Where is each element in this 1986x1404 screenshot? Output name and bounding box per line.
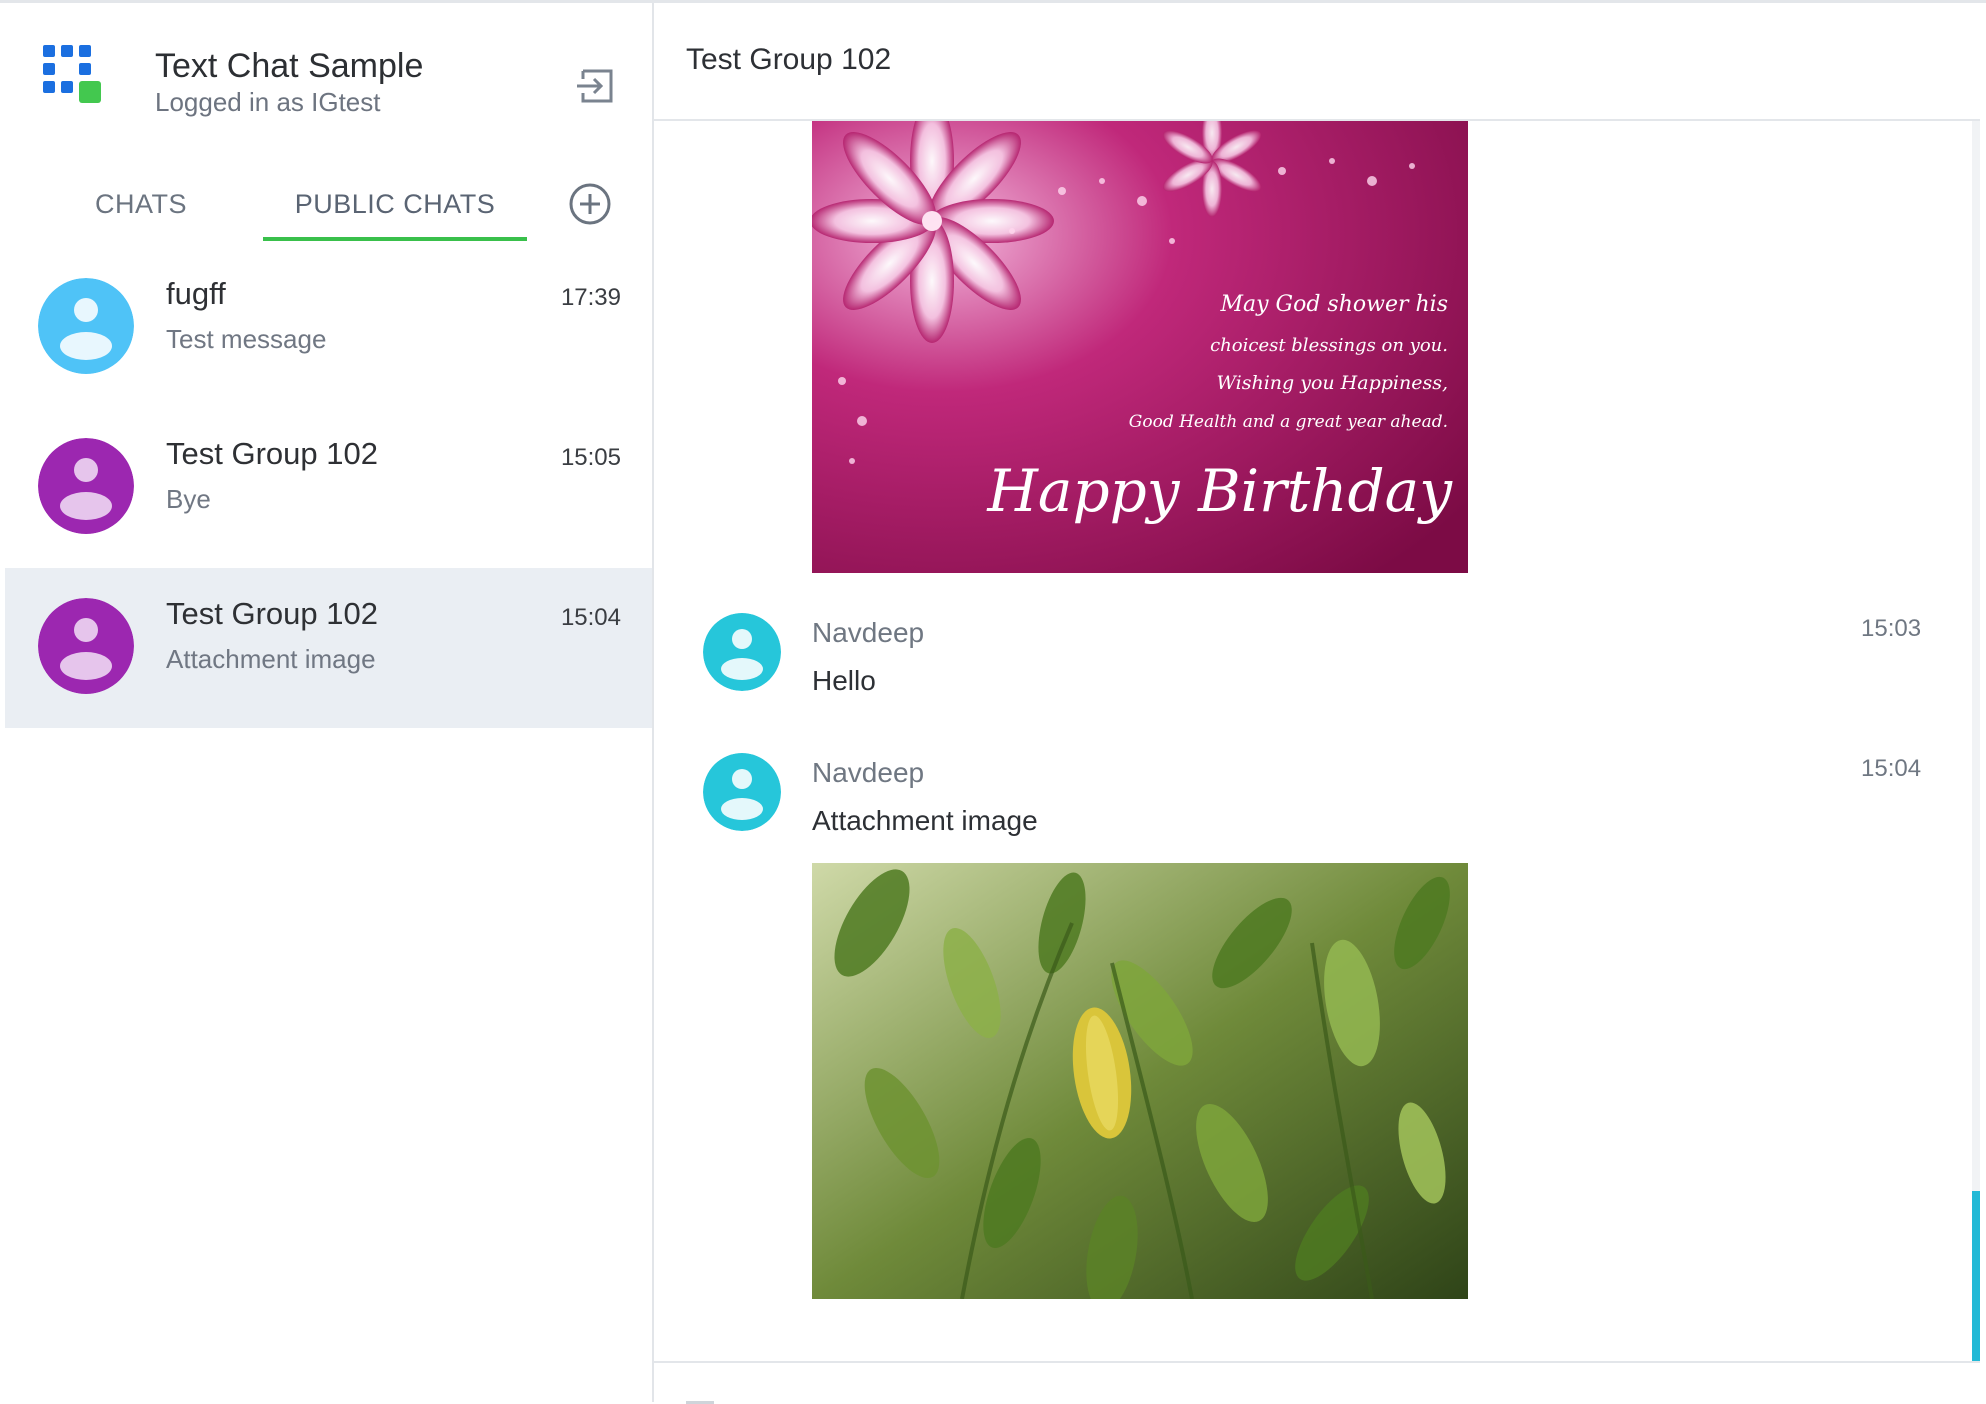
scrollbar-thumb[interactable] <box>1972 1191 1980 1361</box>
user-avatar-icon <box>38 438 134 534</box>
app-logo-icon <box>43 45 101 103</box>
message-author: Navdeep <box>812 617 925 648</box>
chat-name: fugff <box>166 276 226 311</box>
message-text: Hello <box>812 665 876 696</box>
chat-name: Test Group 102 <box>166 436 378 471</box>
avatar <box>38 438 134 534</box>
user-avatar-icon <box>703 753 781 831</box>
tab-public-chats[interactable]: PUBLIC CHATS <box>263 189 527 220</box>
tab-chats[interactable]: CHATS <box>53 189 229 220</box>
chat-list-item-active[interactable]: Test Group 102 Attachment image 15:04 <box>5 568 652 728</box>
message-scrollbar[interactable] <box>1972 121 1980 1361</box>
card-line-3: Wishing you Happiness, <box>1216 372 1448 394</box>
add-chat-icon[interactable] <box>567 181 613 227</box>
chat-tabs: CHATS PUBLIC CHATS <box>5 163 652 243</box>
chat-time: 15:05 <box>560 444 621 471</box>
birthday-card-image: May God shower his choicest blessings on… <box>812 121 1468 573</box>
avatar <box>703 753 781 831</box>
app-brand: Text Chat Sample Logged in as IGtest <box>5 3 652 153</box>
logged-in-label: Logged in as IGtest <box>155 87 381 117</box>
chat-preview: Attachment image <box>166 644 376 674</box>
avatar <box>703 613 781 691</box>
card-headline: Happy Birthday <box>986 457 1453 525</box>
sidebar: Text Chat Sample Logged in as IGtest CHA… <box>5 3 654 1402</box>
user-avatar-icon <box>703 613 781 691</box>
logout-icon[interactable] <box>575 65 617 107</box>
chat-list: fugff Test message 17:39 Test Group 102 … <box>5 248 652 728</box>
chat-name: Test Group 102 <box>166 596 378 631</box>
message-text: Attachment image <box>812 805 1038 836</box>
leaves-photo-image <box>812 863 1468 1299</box>
card-line-2: choicest blessings on you. <box>1210 335 1448 356</box>
chat-time: 15:04 <box>560 604 621 631</box>
avatar <box>38 598 134 694</box>
app-window: Text Chat Sample Logged in as IGtest CHA… <box>0 0 1986 1404</box>
user-avatar-icon <box>38 278 134 374</box>
conversation-header: Test Group 102 <box>654 3 1980 121</box>
message-time: 15:03 <box>1861 615 1922 642</box>
chat-time: 17:39 <box>560 284 621 311</box>
user-avatar-icon <box>38 598 134 694</box>
card-line-1: May God shower his <box>1219 292 1448 317</box>
message-composer[interactable] <box>654 1361 1980 1404</box>
app-title: Text Chat Sample <box>155 47 424 85</box>
card-line-4: Good Health and a great year ahead. <box>1129 412 1448 432</box>
message-item: Navdeep Attachment image 15:04 <box>654 753 1972 873</box>
conversation-panel: Test Group 102 May God shower his choice… <box>654 3 1986 1404</box>
message-list: May God shower his choicest blessings on… <box>654 121 1972 1361</box>
message-author: Navdeep <box>812 757 925 788</box>
chat-preview: Bye <box>166 484 211 514</box>
active-tab-indicator <box>263 237 527 241</box>
chat-list-item[interactable]: fugff Test message 17:39 <box>5 248 652 408</box>
chat-list-item[interactable]: Test Group 102 Bye 15:05 <box>5 408 652 568</box>
message-time: 15:04 <box>1861 755 1922 782</box>
attachment-image-birthday-card[interactable]: May God shower his choicest blessings on… <box>812 121 1468 573</box>
message-item: Navdeep Hello 15:03 <box>654 613 1972 733</box>
chat-preview: Test message <box>166 324 327 354</box>
conversation-title: Test Group 102 <box>686 43 892 76</box>
avatar <box>38 278 134 374</box>
attachment-image-leaves[interactable] <box>812 863 1468 1299</box>
